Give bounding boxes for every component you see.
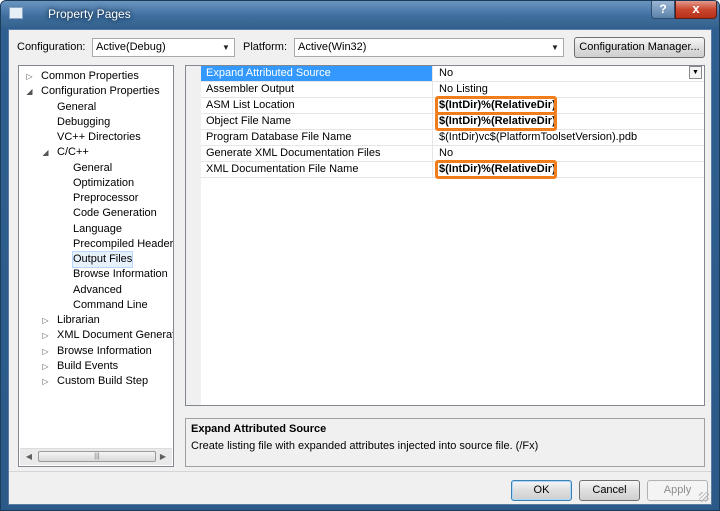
property-value[interactable]: $(IntDir)vc$(PlatformToolsetVersion).pdb [433,130,704,145]
expand-arrow-icon[interactable]: ▷ [41,330,50,341]
expand-arrow-icon[interactable]: ▷ [41,376,50,387]
scrollbar-thumb[interactable]: ||| [38,451,156,462]
tree-item[interactable]: Precompiled Headers [73,237,174,252]
tree-horizontal-scrollbar[interactable]: ◀ ||| ▶ [20,448,172,465]
value-dropdown-icon[interactable]: ▼ [689,66,702,79]
tree-item-label: Code Generation [73,207,157,220]
tree-item[interactable]: Output Files [71,251,134,268]
title-bar[interactable]: Property Pages ? x [1,1,719,27]
property-value[interactable]: No Listing [433,82,704,97]
expand-arrow-icon[interactable]: ▷ [25,71,34,82]
configuration-value: Active(Debug) [96,41,166,53]
description-text: Create listing file with expanded attrib… [191,440,539,452]
tree-item-label: Debugging [57,115,111,128]
ok-button[interactable]: OK [511,480,572,501]
tree-item-label: Preprocessor [73,192,139,204]
expand-arrow-icon[interactable]: ▷ [41,361,50,372]
chevron-down-icon: ▼ [551,43,559,52]
tree-item[interactable]: Librarian [57,313,100,328]
tree-item[interactable]: Optimization [73,176,134,191]
tree-item[interactable]: VC++ Directories [57,130,141,145]
tree-item[interactable]: General [57,100,96,115]
tree-item-label: Precompiled Headers [73,237,174,250]
property-grid[interactable]: Expand Attributed Source No ▼ Assembler Out… [185,65,705,406]
tree-item[interactable]: Browse Information [57,344,152,359]
property-row[interactable]: Program Database File Name $(IntDir)vc$(P… [201,130,704,146]
close-button[interactable]: x [675,1,717,19]
collapse-arrow-icon[interactable]: ◢ [41,147,50,158]
tree-item[interactable]: Language [73,222,122,237]
tree-item[interactable]: XML Document Generator [57,328,174,343]
property-row[interactable]: Object File Name $(IntDir)%(RelativeDir) [201,112,704,131]
tree-item-label: Output Files [73,253,133,265]
expand-arrow-icon[interactable]: ▷ [41,315,50,326]
configuration-select[interactable]: Active(Debug) ▼ [92,38,235,57]
description-panel: Expand Attributed Source Create listing … [185,418,705,467]
platform-label: Platform: [243,41,288,53]
property-pages-window: Property Pages ? x Configuration: Active… [0,0,720,511]
tree-item[interactable]: Debugging [57,115,110,130]
expand-arrow-icon[interactable]: ▷ [41,346,50,357]
tree-item-label: Browse Information [57,344,152,357]
resize-grip-icon[interactable] [699,492,709,502]
tree-item-label: Command Line [73,298,148,311]
platform-select[interactable]: Active(Win32) ▼ [294,38,564,57]
property-value[interactable]: No [433,66,704,81]
dialog-body: Configuration: Active(Debug) ▼ Platform:… [8,29,712,505]
window-icon [9,7,23,19]
cancel-button[interactable]: Cancel [579,480,640,501]
tree-item-label: Browse Information [73,268,168,281]
tree-item[interactable]: Preprocessor [73,191,138,206]
tree-item[interactable]: Advanced [73,283,122,298]
scroll-right-icon[interactable]: ▶ [155,449,171,465]
tree-item[interactable]: Code Generation [73,206,157,221]
tree-item[interactable]: C/C++ [57,145,89,160]
tree-item-label: General [57,100,97,113]
property-name: Assembler Output [201,82,433,97]
grid-gutter [186,66,201,405]
tree-item-label: C/C++ [57,146,89,159]
tree-item-label: VC++ Directories [57,131,141,143]
window-title: Property Pages [48,7,131,21]
tree-item[interactable]: General [73,161,112,176]
tree-item[interactable]: Configuration Properties [41,84,160,99]
property-row[interactable]: XML Documentation File Name $(IntDir)%(Re… [201,160,704,179]
property-name: XML Documentation File Name [201,162,433,177]
highlight-annotation [435,112,557,131]
footer-divider [9,471,711,472]
platform-value: Active(Win32) [298,41,367,53]
property-tree[interactable]: ◀ ||| ▶ ▷ Common Properties ◢ Configuration… [18,65,174,467]
configuration-label: Configuration: [17,41,86,53]
property-name: Expand Attributed Source [201,66,433,81]
collapse-arrow-icon[interactable]: ◢ [25,86,34,97]
tree-item-label: Advanced [73,283,122,296]
property-name: Generate XML Documentation Files [201,146,433,161]
description-title: Expand Attributed Source [191,423,327,435]
tree-item[interactable]: Command Line [73,298,148,313]
tree-item-label: Optimization [73,176,135,189]
tree-item[interactable]: Custom Build Step [57,374,148,389]
configuration-manager-button[interactable]: Configuration Manager... [574,37,705,58]
tree-item[interactable]: Common Properties [41,69,139,84]
property-name: Object File Name [201,114,433,129]
highlight-annotation [435,160,557,179]
tree-item-label: Build Events [57,359,119,372]
property-row[interactable]: Expand Attributed Source No ▼ [201,66,704,82]
help-button[interactable]: ? [651,1,675,19]
chevron-down-icon: ▼ [222,43,230,52]
tree-item-label: Language [73,222,122,235]
tree-item-label: Librarian [57,314,100,326]
scroll-left-icon[interactable]: ◀ [21,449,37,465]
tree-item[interactable]: Browse Information [73,267,168,282]
property-name: ASM List Location [201,98,433,113]
tree-item-label: Common Properties [41,70,139,82]
property-name: Program Database File Name [201,130,433,145]
tree-item-label: Configuration Properties [41,85,160,98]
tree-item-label: XML Document Generator [57,329,174,342]
tree-item[interactable]: Build Events [57,359,118,374]
tree-item-label: Custom Build Step [57,375,149,387]
tree-item-label: General [73,161,113,174]
property-value[interactable]: No [433,146,704,161]
